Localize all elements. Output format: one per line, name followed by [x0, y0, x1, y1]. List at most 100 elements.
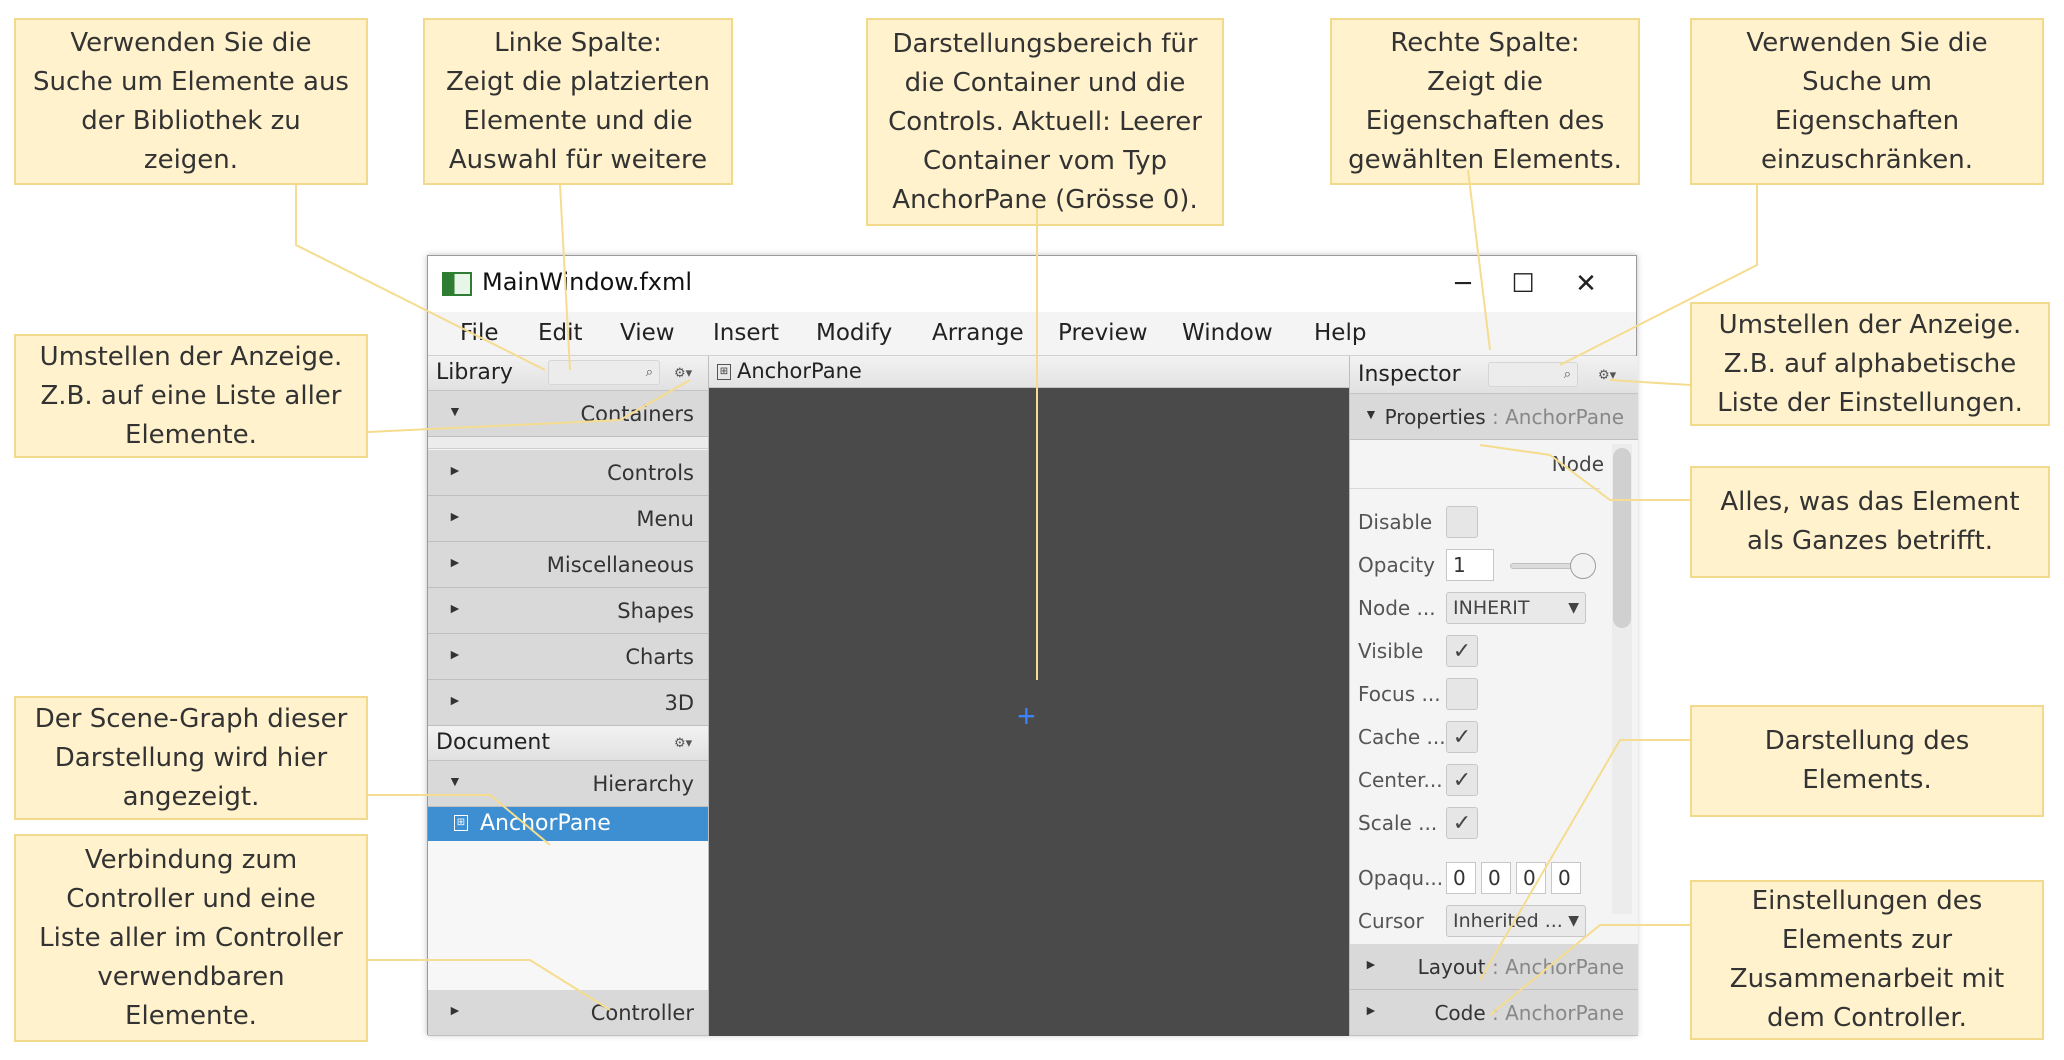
hierarchy-empty-area: [428, 841, 708, 990]
callout-scene-graph: Der Scene-Graph dieser Darstellung wird …: [14, 696, 368, 820]
section-label: 3D: [664, 691, 694, 715]
callout-search-properties: Verwenden Sie die Suche um Eigenschaften…: [1690, 18, 2044, 185]
section-label: Charts: [625, 645, 694, 669]
close-button[interactable]: ✕: [1556, 262, 1616, 306]
section-label: Controller: [590, 1001, 694, 1025]
opaque-insets-right[interactable]: 0: [1481, 862, 1511, 894]
inspector-search-input[interactable]: ⌕: [1488, 362, 1578, 387]
prop-label: Cache ...: [1358, 725, 1446, 749]
menu-bar: File Edit View Insert Modify Arrange Pre…: [428, 312, 1636, 356]
inspector-scrollbar[interactable]: [1612, 444, 1632, 914]
section-label: Layout : AnchorPane: [1418, 955, 1624, 979]
properties-body: Node Disable Opacity 1 Node ... INHERIT ▼…: [1350, 440, 1638, 950]
focus-traversable-checkbox[interactable]: [1446, 678, 1478, 710]
expand-down-icon: ▼: [1364, 406, 1378, 422]
anchorpane-icon: ⊞: [454, 815, 468, 831]
section-label: Miscellaneous: [546, 553, 694, 577]
prop-row-disable: Disable: [1350, 502, 1638, 542]
content-canvas[interactable]: ⊞ AnchorPane +: [709, 356, 1349, 1036]
menu-window[interactable]: Window: [1182, 320, 1273, 346]
opaque-insets-left[interactable]: 0: [1551, 862, 1581, 894]
chevron-down-icon: ▼: [1568, 600, 1579, 616]
prop-label: Focus ...: [1358, 682, 1441, 706]
node-group-label: Node: [1551, 452, 1604, 476]
library-search-input[interactable]: ⌕: [548, 360, 660, 385]
library-section-menu[interactable]: ► Menu: [428, 496, 708, 542]
prop-row-cache: Cache ... ✓: [1350, 717, 1638, 757]
disable-checkbox[interactable]: [1446, 506, 1478, 538]
opacity-slider-handle[interactable]: [1570, 553, 1596, 579]
cache-checkbox[interactable]: ✓: [1446, 721, 1478, 753]
maximize-button[interactable]: ☐: [1493, 262, 1553, 306]
select-value: Inherited ...: [1453, 910, 1563, 932]
prop-row-scale-shape: Scale ... ✓: [1350, 803, 1638, 843]
callout-controller-link: Verbindung zum Controller und eine Liste…: [14, 834, 368, 1042]
opaque-insets-top[interactable]: 0: [1446, 862, 1476, 894]
hierarchy-item-anchorpane[interactable]: ⊞ AnchorPane: [428, 807, 708, 841]
prop-label: Center...: [1358, 768, 1443, 792]
library-section-containers[interactable]: ▼ Containers: [428, 391, 708, 437]
scrollbar-thumb[interactable]: [1613, 448, 1631, 628]
node-orientation-select[interactable]: INHERIT ▼: [1446, 592, 1586, 624]
expand-down-icon: ▼: [448, 403, 462, 419]
node-separator: [1350, 488, 1600, 489]
document-section-hierarchy[interactable]: ▼ Hierarchy: [428, 761, 708, 807]
section-label: Code : AnchorPane: [1434, 1001, 1624, 1025]
inspector-section-code[interactable]: ► Code : AnchorPane: [1350, 990, 1638, 1036]
library-section-miscellaneous[interactable]: ► Miscellaneous: [428, 542, 708, 588]
center-shape-checkbox[interactable]: ✓: [1446, 764, 1478, 796]
cursor-select[interactable]: Inherited ... ▼: [1446, 905, 1586, 937]
inspector-header: Inspector ⌕ ⚙▾: [1350, 356, 1638, 394]
document-title: Document: [436, 730, 550, 755]
section-label: Shapes: [617, 599, 694, 623]
menu-file[interactable]: File: [460, 320, 499, 346]
opaque-insets-bottom[interactable]: 0: [1516, 862, 1546, 894]
crosshair-icon: +: [1017, 698, 1036, 734]
search-icon: ⌕: [645, 364, 653, 379]
menu-modify[interactable]: Modify: [816, 320, 892, 346]
visible-checkbox[interactable]: ✓: [1446, 635, 1478, 667]
document-gear-icon[interactable]: ⚙▾: [674, 735, 692, 751]
prop-row-cursor: Cursor Inherited ... ▼: [1350, 901, 1638, 941]
callout-toggle-list: Umstellen der Anzeige. Z.B. auf eine Lis…: [14, 334, 368, 458]
callout-controller-settings: Einstellungen des Elements zur Zusammena…: [1690, 880, 2044, 1040]
callout-left-column: Linke Spalte: Zeigt die platzierten Elem…: [423, 18, 733, 185]
library-section-3d[interactable]: ► 3D: [428, 680, 708, 726]
properties-label: Properties: [1384, 405, 1486, 429]
opacity-field[interactable]: 1: [1446, 549, 1494, 581]
section-label: Hierarchy: [592, 772, 694, 796]
prop-row-focus-traversable: Focus ...: [1350, 674, 1638, 714]
document-section-controller[interactable]: ► Controller: [428, 990, 708, 1036]
section-label: Menu: [636, 507, 694, 531]
layout-subject: : AnchorPane: [1485, 955, 1624, 979]
prop-row-opaque-insets: Opaqu... 0 0 0 0: [1350, 858, 1638, 898]
code-label: Code: [1434, 1001, 1486, 1025]
menu-view[interactable]: View: [620, 320, 675, 346]
left-column: Library ⌕ ⚙▾ ▼ Containers ► Controls ► M…: [428, 356, 709, 1036]
breadcrumb-label[interactable]: AnchorPane: [737, 359, 862, 383]
menu-help[interactable]: Help: [1314, 320, 1366, 346]
minimize-button[interactable]: ─: [1433, 262, 1493, 306]
library-section-charts[interactable]: ► Charts: [428, 634, 708, 680]
inspector-section-layout[interactable]: ► Layout : AnchorPane: [1350, 944, 1638, 990]
menu-edit[interactable]: Edit: [538, 320, 583, 346]
prop-label: Opaqu...: [1358, 866, 1444, 890]
prop-row-node-orientation: Node ... INHERIT ▼: [1350, 588, 1638, 628]
prop-label: Visible: [1358, 639, 1424, 663]
inspector-gear-icon[interactable]: ⚙▾: [1598, 367, 1616, 383]
prop-row-opacity: Opacity 1: [1350, 545, 1638, 585]
library-gear-icon[interactable]: ⚙▾: [674, 365, 692, 381]
library-section-controls[interactable]: ► Controls: [428, 450, 708, 496]
menu-preview[interactable]: Preview: [1058, 320, 1148, 346]
menu-arrange[interactable]: Arrange: [932, 320, 1024, 346]
properties-subject: : AnchorPane: [1485, 405, 1624, 429]
scale-shape-checkbox[interactable]: ✓: [1446, 807, 1478, 839]
chevron-down-icon: ▼: [1568, 913, 1579, 929]
window-title: MainWindow.fxml: [482, 268, 693, 296]
inspector-column: Inspector ⌕ ⚙▾ ▼ Properties : AnchorPane…: [1349, 356, 1638, 1036]
callout-whole-element: Alles, was das Element als Ganzes betrif…: [1690, 466, 2050, 578]
library-section-shapes[interactable]: ► Shapes: [428, 588, 708, 634]
menu-insert[interactable]: Insert: [713, 320, 779, 346]
callout-right-column: Rechte Spalte: Zeigt die Eigenschaften d…: [1330, 18, 1640, 185]
inspector-section-properties[interactable]: ▼ Properties : AnchorPane: [1350, 394, 1638, 440]
